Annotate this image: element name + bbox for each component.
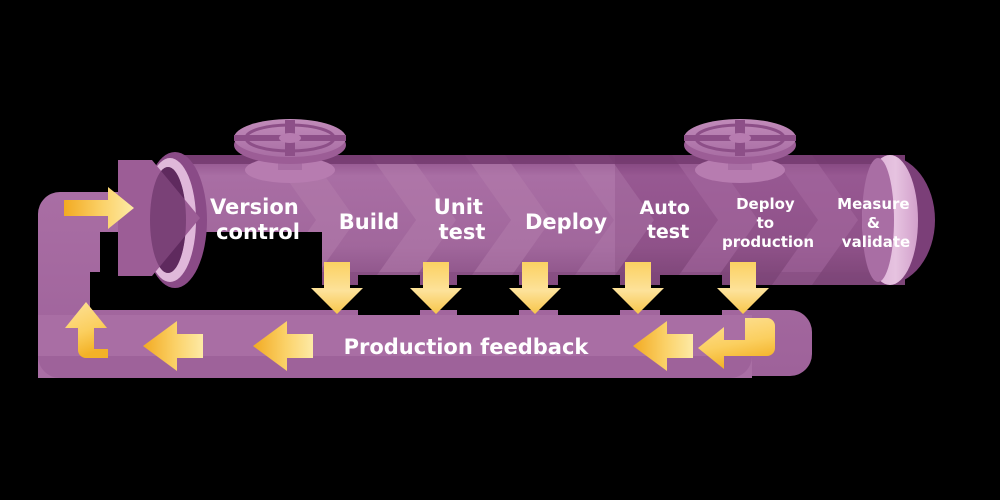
pipe-cutout [660, 275, 722, 315]
pipeline-diagram: Version control Build Unit test Deploy A… [0, 0, 1000, 500]
feedback-bar-shade [38, 356, 752, 378]
valve-wheel-right[interactable] [684, 119, 796, 183]
valve-hub [279, 133, 301, 143]
pipe-cutout [358, 275, 420, 315]
feedback-label: Production feedback [344, 335, 590, 359]
stage-label-unit-test: Unit test [434, 195, 491, 244]
pipe-cutout [558, 275, 620, 315]
stage-label-build: Build [339, 210, 399, 234]
inlet-bore-overlay [150, 167, 186, 273]
pipeline-canvas: Version control Build Unit test Deploy A… [38, 119, 935, 378]
pipe-cutout [457, 275, 519, 315]
stage-label-version-control: Version control [210, 195, 306, 244]
stage-label-deploy: Deploy [525, 210, 607, 234]
valve-hub [729, 133, 751, 143]
valve-wheel-left[interactable] [234, 119, 346, 183]
